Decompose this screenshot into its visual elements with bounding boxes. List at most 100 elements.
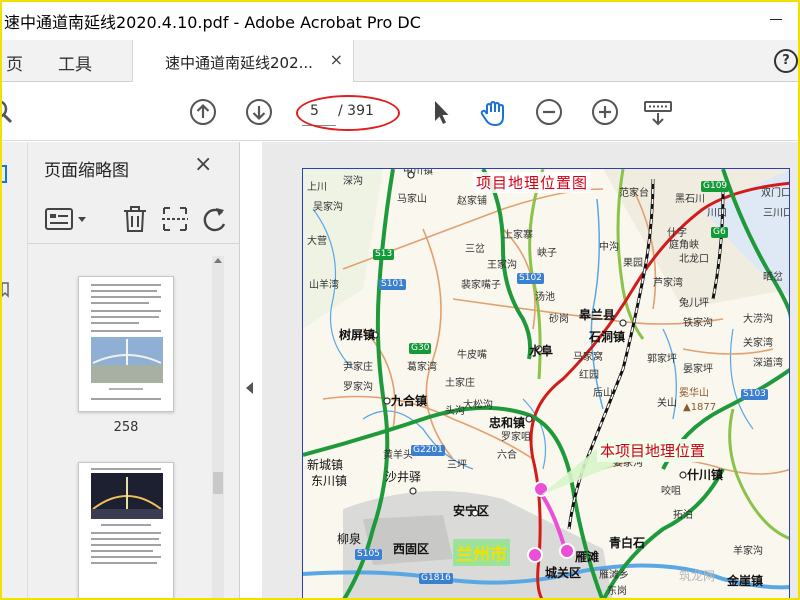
- map-place-label: 上家寨: [503, 230, 533, 241]
- help-icon[interactable]: ?: [774, 49, 798, 73]
- zoom-out-icon[interactable]: [534, 97, 564, 127]
- map-place-label: 忠和镇: [489, 416, 526, 430]
- map-place-label: 川口: [707, 208, 727, 219]
- map-place-label: 后山: [593, 388, 613, 399]
- map-place-label: 青白石: [609, 536, 646, 550]
- map-place-label: 安宁区: [453, 504, 490, 518]
- rotate-icon[interactable]: [200, 204, 230, 234]
- map-place-label: 深沟: [343, 176, 363, 187]
- panel-title: 页面缩略图: [44, 161, 129, 181]
- city-label: 兰州市: [453, 539, 510, 566]
- road-shield-label: G1816: [419, 573, 453, 584]
- map-place-label: 峡子: [537, 248, 557, 259]
- road-shield-label: S102: [517, 273, 544, 284]
- keyboard-icon[interactable]: [642, 97, 672, 127]
- peak-name-label: 冕华山: [679, 388, 709, 399]
- search-icon[interactable]: [0, 97, 18, 127]
- hand-tool-icon[interactable]: [478, 97, 508, 127]
- page-thumbnails-panel: 页面缩略图 × 258: [28, 142, 240, 600]
- map-place-label: 金崖镇: [727, 574, 764, 588]
- scrollbar-thumb[interactable]: [213, 472, 223, 494]
- crop-icon[interactable]: [160, 204, 190, 234]
- tab-tools[interactable]: 工具: [58, 50, 92, 75]
- map-place-label: 雁滩乡: [599, 570, 629, 581]
- bookmark-nav-icon[interactable]: [0, 282, 10, 298]
- tab-home[interactable]: 页: [6, 50, 23, 75]
- scroll-up-icon[interactable]: [214, 258, 222, 263]
- map-place-label: 三岔: [465, 244, 485, 255]
- map-place-label: 兔儿坪: [679, 298, 709, 309]
- page-options-icon[interactable]: [44, 204, 90, 234]
- map-place-label: 马家窝: [573, 352, 603, 363]
- map-place-label: 土家庄: [445, 378, 475, 389]
- map-place-label: 新城镇: [307, 458, 344, 472]
- map-place-label: 葛家湾: [407, 362, 437, 373]
- map-place-label: 上川: [307, 182, 327, 193]
- map-place-label: 关家湾: [743, 338, 773, 349]
- tab-document[interactable]: 速中通道南延线202... ×: [132, 40, 354, 82]
- thumbnail-page-label: 258: [113, 420, 139, 435]
- map-place-label: 罗家咀: [501, 432, 531, 443]
- map-page: 项目地理位置图 中川镇 上川 深沟 马家山 赵家铺 吴家沟 大营 范家台 上家寨…: [302, 168, 790, 600]
- map-place-label: 九合镇: [391, 394, 428, 408]
- map-place-label: 大涝沟: [743, 314, 773, 325]
- navigation-pane-strip: [0, 142, 28, 600]
- map-place-label: 城关区: [545, 566, 582, 580]
- road-shield-label: G2201: [411, 445, 445, 456]
- select-pointer-icon[interactable]: [426, 97, 456, 127]
- road-shield-label: S105: [355, 549, 382, 560]
- window-title: 速中通道南延线2020.4.10.pdf - Adobe Acrobat Pro…: [4, 13, 421, 32]
- map-place-label: 铁家沟: [683, 318, 713, 329]
- map-place-label: 马家山: [397, 194, 427, 205]
- main-toolbar: 5 / 391: [0, 83, 800, 141]
- map-place-label: 砂岗: [549, 314, 569, 325]
- map-place-label: 黄羊头: [383, 450, 413, 461]
- map-place-label: 关山: [657, 398, 677, 409]
- page-up-icon[interactable]: [188, 97, 218, 127]
- map-place-label: 雁滩: [575, 550, 600, 564]
- map-place-label: 头沟: [445, 406, 465, 417]
- page-number-highlight-annotation: [296, 95, 400, 131]
- road-shield-label: S101: [379, 279, 406, 290]
- map-title: 项目地理位置图: [473, 172, 592, 193]
- map-place-label: 树屏镇: [339, 328, 376, 342]
- close-tab-icon[interactable]: ×: [330, 50, 343, 69]
- close-panel-icon[interactable]: ×: [194, 152, 212, 177]
- map-place-label: 山羊湾: [309, 280, 339, 291]
- page-thumbnail[interactable]: [78, 462, 174, 600]
- zoom-in-icon[interactable]: [590, 97, 620, 127]
- map-place-label: 深道湾: [753, 358, 783, 369]
- map-place-label: 水阜: [529, 344, 554, 358]
- map-place-label: 北龙口: [679, 254, 709, 265]
- map-place-label: 赵家铺: [457, 196, 487, 207]
- page-down-icon[interactable]: [244, 97, 274, 127]
- panel-scrollbar[interactable]: [212, 256, 224, 600]
- delete-icon[interactable]: [120, 204, 150, 234]
- collapse-panel-icon[interactable]: [246, 382, 253, 394]
- map-place-label: 羊家沟: [733, 546, 763, 557]
- page-thumbnail[interactable]: [78, 276, 174, 412]
- project-location-label: 本项目地理位置: [597, 439, 709, 462]
- thumbnails-nav-icon[interactable]: [0, 164, 8, 186]
- map-place-label: 东岗: [607, 586, 627, 597]
- road-shield-label: G6: [711, 227, 728, 238]
- map-place-label: 皋兰县: [579, 308, 616, 322]
- map-place-label: 沙井驿: [385, 470, 422, 484]
- map-place-label: 拓泊: [673, 510, 693, 521]
- map-place-label: 晒岔: [763, 272, 783, 283]
- map-place-label: 果园: [623, 258, 643, 269]
- map-place-label: 裴家嘴子: [461, 280, 501, 291]
- map-place-label: 汤池: [535, 292, 555, 303]
- map-place-label: 三川口: [763, 208, 790, 219]
- minimize-button[interactable]: [762, 8, 790, 32]
- map-place-label: 罗家沟: [343, 382, 373, 393]
- map-place-label: 尹家庄: [343, 362, 373, 373]
- document-tab-label: 速中通道南延线202...: [165, 54, 313, 72]
- map-place-label: 柳泉: [337, 532, 362, 546]
- map-place-label: 双门口: [761, 188, 790, 199]
- peak-elevation-label: ▲1877: [683, 402, 717, 413]
- road-shield-label: G109: [701, 181, 730, 192]
- map-place-label: 晏家坪: [683, 364, 713, 375]
- map-place-label: 三坪: [447, 460, 467, 471]
- panel-toolbar: [28, 196, 240, 244]
